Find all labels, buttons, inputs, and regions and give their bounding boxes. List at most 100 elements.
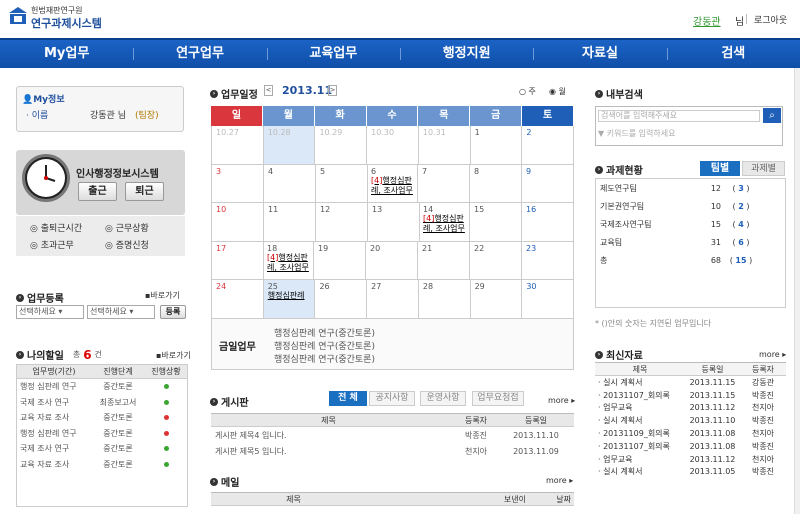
nav-research[interactable]: 연구업무: [133, 40, 266, 68]
register-select-2[interactable]: 선택하세요 ▾: [87, 305, 155, 319]
todo-row[interactable]: 국제 조사 연구 최종보고서: [17, 395, 187, 411]
search-icon[interactable]: ⌕: [763, 108, 781, 123]
board-tab-notice[interactable]: 공지사항: [369, 391, 415, 406]
calendar-day-cell[interactable]: 3: [211, 164, 264, 202]
todo-row[interactable]: 행정 심판례 연구 중간토론: [17, 379, 187, 395]
mail-more-link[interactable]: more ▸: [546, 476, 573, 485]
clock-out-button[interactable]: 퇴근: [125, 182, 164, 201]
nav-admin[interactable]: 행정지원: [399, 40, 533, 68]
search-input[interactable]: 검색어를 입력해주세요: [598, 110, 760, 122]
calendar-prev-button[interactable]: <: [264, 85, 273, 96]
calendar-day-cell[interactable]: 6 [4]행정심판례, 조사업무: [368, 164, 418, 202]
calendar-event[interactable]: 행정심판례: [268, 291, 311, 301]
todo-row[interactable]: 국제 조사 연구 중간토론: [17, 441, 187, 457]
calendar-day-cell[interactable]: 10.27: [211, 126, 264, 164]
nav-search[interactable]: 검색: [666, 40, 800, 68]
latest-row[interactable]: · 20131107_회의록 2013.11.15 박종진: [595, 389, 786, 402]
calendar-day-cell[interactable]: 26: [315, 280, 368, 318]
nav-education[interactable]: 교육업무: [266, 40, 400, 68]
calendar-day-cell[interactable]: 27: [367, 280, 419, 318]
calendar-day-cell[interactable]: 9: [522, 164, 574, 202]
calendar-day-cell[interactable]: 29: [471, 280, 523, 318]
calendar-day-cell[interactable]: 11: [264, 203, 316, 241]
project-row[interactable]: 총 68( 15 ): [596, 251, 785, 269]
calendar-day-cell[interactable]: 14 [4]행정심판례, 조사업무: [420, 203, 470, 241]
calendar-day-cell[interactable]: 28: [419, 280, 471, 318]
today-work-item[interactable]: 행정심판례 연구(중간토론): [274, 326, 375, 339]
todo-shortcut-link[interactable]: ▪바로가기: [156, 350, 191, 361]
calendar-day-cell[interactable]: 22: [470, 241, 522, 279]
calendar-day-cell[interactable]: 23: [522, 241, 574, 279]
calendar-day-cell[interactable]: 15: [470, 203, 522, 241]
calendar-event[interactable]: [4]행정심판례, 조사업무: [371, 176, 414, 196]
board-tab-operation[interactable]: 운영사항: [420, 391, 466, 406]
calendar-day-cell[interactable]: 20: [366, 241, 418, 279]
today-work-item[interactable]: 행정심판례 연구(중간토론): [274, 352, 375, 365]
calendar-day-cell[interactable]: 10: [211, 203, 264, 241]
register-select-1[interactable]: 선택하세요 ▾: [16, 305, 84, 319]
calendar-day-cell[interactable]: 10.31: [419, 126, 471, 164]
calendar-day-cell[interactable]: 10.28: [263, 126, 316, 164]
nav-archive[interactable]: 자료실: [533, 40, 666, 68]
latest-more-link[interactable]: more ▸: [759, 350, 786, 359]
calendar-day-cell[interactable]: 25 행정심판례: [263, 280, 316, 318]
keyword-select[interactable]: ▼ 키워드를 입력하세요: [598, 128, 675, 139]
latest-row[interactable]: · 업무교육 2013.11.12 천지아: [595, 402, 786, 415]
view-month-radio[interactable]: ◉ 월: [549, 86, 566, 97]
register-shortcut-link[interactable]: ▪바로가기: [145, 290, 180, 301]
calendar-day-cell[interactable]: 7: [418, 164, 470, 202]
todo-row[interactable]: 교육 자료 조사 중간토론: [17, 457, 187, 473]
project-row[interactable]: 교육팀 31( 6 ): [596, 233, 785, 251]
tab-by-project[interactable]: 과제별: [742, 161, 785, 176]
board-more-link[interactable]: more ▸: [548, 396, 575, 405]
calendar-day-cell[interactable]: 17: [211, 241, 264, 279]
calendar-day-cell[interactable]: 4: [264, 164, 316, 202]
latest-row[interactable]: · 20131107_회의록 2013.11.08 박종진: [595, 440, 786, 453]
latest-row[interactable]: · 업무교육 2013.11.12 천지아: [595, 453, 786, 466]
today-work-item[interactable]: 행정심판례 연구(중간토론): [274, 339, 375, 352]
latest-row[interactable]: · 실시 계획서 2013.11.15 강동관: [595, 376, 786, 389]
calendar-day-cell[interactable]: 8: [470, 164, 522, 202]
board-row[interactable]: 게시판 제목5 입니다. 천지아 2013.11.09: [211, 443, 574, 459]
latest-row[interactable]: · 실시 계획서 2013.11.05 박종진: [595, 466, 786, 479]
calendar-next-button[interactable]: >: [328, 85, 337, 96]
latest-row[interactable]: · 실시 계획서 2013.11.10 박종진: [595, 414, 786, 427]
project-row[interactable]: 제도연구팀 12( 3 ): [596, 179, 785, 197]
calendar-day-cell[interactable]: 21: [418, 241, 470, 279]
org-name[interactable]: 연구과제시스템: [31, 15, 102, 31]
calendar-day-cell[interactable]: 1: [471, 126, 523, 164]
board-tab-request[interactable]: 업무요청접: [472, 391, 524, 406]
calendar-day-cell[interactable]: 18 [4]행정심판례, 조사업무: [264, 241, 314, 279]
latest-row[interactable]: · 20131109_회의록 2013.11.08 천지아: [595, 427, 786, 440]
calendar-day-cell[interactable]: 10.29: [315, 126, 368, 164]
attendance-link-status[interactable]: ◎ 근무상황: [105, 221, 149, 234]
board-tab-all[interactable]: 전 체: [329, 391, 367, 406]
attendance-link-certificate[interactable]: ◎ 증명신청: [105, 238, 149, 251]
page-scrollbar[interactable]: [794, 68, 800, 514]
attendance-link-hours[interactable]: ◎ 출퇴근시간: [30, 221, 82, 234]
calendar-day-cell[interactable]: 30: [522, 280, 575, 318]
register-button[interactable]: 등록: [160, 305, 186, 319]
calendar-day-cell[interactable]: 10.30: [367, 126, 419, 164]
project-row[interactable]: 기본권연구팀 10( 2 ): [596, 197, 785, 215]
user-name-link[interactable]: 강동관: [693, 13, 721, 28]
nav-my-work[interactable]: My업무: [0, 40, 133, 68]
logout-link[interactable]: 로그아웃: [754, 13, 787, 26]
calendar-day-cell[interactable]: 12: [316, 203, 368, 241]
calendar-day-cell[interactable]: 2: [522, 126, 575, 164]
todo-row[interactable]: 교육 자료 조사 중간토론: [17, 410, 187, 426]
attendance-link-overtime[interactable]: ◎ 초과근무: [30, 238, 74, 251]
calendar-day-cell[interactable]: 19: [314, 241, 366, 279]
calendar-day-cell[interactable]: 13: [368, 203, 420, 241]
clock-in-button[interactable]: 출근: [78, 182, 117, 201]
project-row[interactable]: 국제조사연구팀 15( 4 ): [596, 215, 785, 233]
tab-by-team[interactable]: 팀별: [700, 161, 740, 176]
view-week-radio[interactable]: ○ 주: [519, 86, 536, 97]
calendar-event[interactable]: [4]행정심판례, 조사업무: [267, 253, 310, 273]
calendar-event[interactable]: [4]행정심판례, 조사업무: [423, 214, 466, 234]
calendar-day-cell[interactable]: 5: [316, 164, 368, 202]
board-row[interactable]: 게시판 제목4 입니다. 박종진 2013.11.10: [211, 427, 574, 443]
todo-row[interactable]: 행정 심판례 연구 중간토론: [17, 426, 187, 442]
calendar-day-cell[interactable]: 16: [522, 203, 574, 241]
calendar-day-cell[interactable]: 24: [211, 280, 264, 318]
